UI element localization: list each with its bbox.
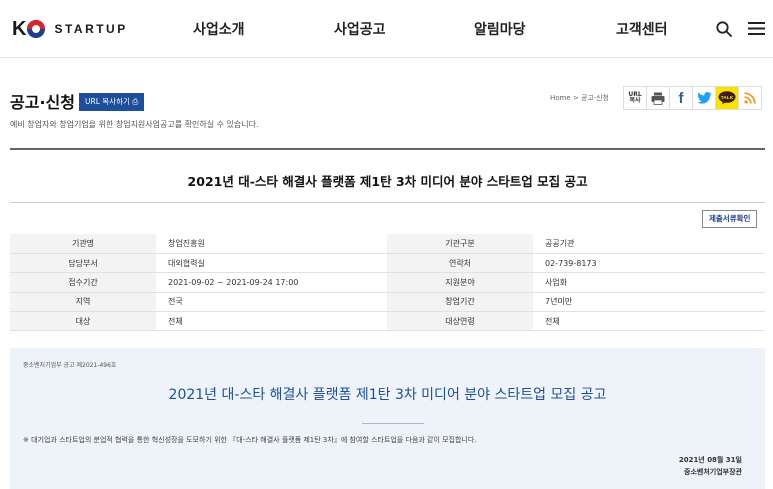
site-header: K STARTUP 사업소개 사업공고 알림마당 고객센터 [0,0,773,58]
submission-documents-button[interactable]: 제출서류확인 [702,210,758,228]
label-agency-type: 기관구분 [387,234,533,254]
label-region: 지역 [10,292,156,313]
nav-customer-center[interactable]: 고객센터 [616,19,668,39]
value-startup-period: 7년미만 [533,292,765,313]
value-target: 전체 [156,311,387,332]
taegeuk-icon [27,20,46,38]
notice-title: 2021년 대-스타 해결사 플랫폼 제1탄 3차 미디어 분야 스타트업 모집… [187,174,588,189]
label-department: 담당부서 [10,253,156,274]
label-target-age: 대상연령 [387,311,533,332]
label-application-period: 접수기간 [10,272,156,293]
url-copy-label: URL 복사 [628,90,642,104]
svg-text:TALK: TALK [721,95,734,101]
label-support-field: 지원분야 [387,272,533,293]
logo-mark: K [12,18,27,40]
value-target-age: 전체 [533,311,765,332]
kakao-talk-icon: TALK [718,91,736,105]
breadcrumb: Home > 공고·신청 [550,94,609,102]
nav-notice-board[interactable]: 알림마당 [474,19,526,39]
value-agency-type: 공공기관 [533,234,765,254]
table-row: 기관명 창업진흥원 기관구분 공공기관 [10,234,765,254]
table-row: 담당부서 대외협력실 연락처 02-739-8173 [10,253,765,274]
rss-button[interactable] [738,86,762,110]
document-number: 중소벤처기업부 공고 제2021-496호 [23,362,117,369]
facebook-share-button[interactable]: f [669,86,693,110]
page-title: 공고·신청 [10,93,75,112]
ks-startup-logo[interactable]: K STARTUP [12,19,128,39]
table-row: 대상 전체 대상연령 전체 [10,311,765,332]
issuer-name: 중소벤처기업부장관 [684,468,742,476]
label-contact: 연락처 [387,253,533,274]
logo-text: STARTUP [54,22,128,36]
url-copy-share-button[interactable]: URL 복사 [623,86,647,110]
value-application-period: 2021-09-02 ~ 2021-09-24 17:00 [156,272,387,293]
nav-business-intro[interactable]: 사업소개 [193,19,245,39]
nav-business-notice[interactable]: 사업공고 [334,19,386,39]
value-agency: 창업진흥원 [156,234,387,254]
value-department: 대외협력실 [156,253,387,274]
page-description: 예비 창업자와 창업기업을 위한 창업지원사업공고를 확인하실 수 있습니다. [10,120,259,129]
content-body: ※ 대기업과 스타트업의 분업적 협력을 통한 혁신성장을 도모하기 위한 『대… [23,436,477,444]
search-icon[interactable] [716,21,732,37]
twitter-share-button[interactable] [692,86,716,110]
table-row: 지역 전국 창업기간 7년미만 [10,292,765,313]
notice-content-panel: 중소벤처기업부 공고 제2021-496호 2021년 대-스타 해결사 플랫폼… [10,348,765,489]
label-agency: 기관명 [10,234,156,254]
share-toolbar: URL 복사 f TALK [623,86,762,110]
content-title: 2021년 대-스타 해결사 플랫폼 제1탄 3차 미디어 분야 스타트업 모집… [168,387,607,403]
value-support-field: 사업화 [533,272,765,293]
label-startup-period: 창업기간 [387,292,533,313]
content-divider [362,423,424,424]
value-contact: 02-739-8173 [533,253,765,274]
value-region: 전국 [156,292,387,313]
rss-icon [744,92,756,104]
facebook-icon: f [678,89,684,107]
print-icon [651,92,665,105]
print-button[interactable] [646,86,670,110]
label-target: 대상 [10,311,156,332]
notice-info-table: 기관명 창업진흥원 기관구분 공공기관 담당부서 대외협력실 연락처 02-73… [10,234,765,332]
kakao-share-button[interactable]: TALK [715,86,739,110]
twitter-icon [696,92,712,104]
announcement-date: 2021년 08월 31일 [678,456,742,464]
section-divider [10,148,765,150]
url-copy-button[interactable]: URL 복사하기 ⎙ [79,93,145,111]
title-divider [10,202,765,203]
menu-icon[interactable] [748,21,765,36]
table-row: 접수기간 2021-09-02 ~ 2021-09-24 17:00 지원분야 … [10,272,765,293]
